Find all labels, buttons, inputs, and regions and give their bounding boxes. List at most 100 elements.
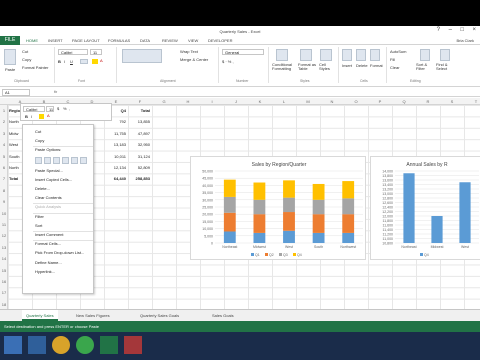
row-header[interactable]: 6 xyxy=(0,165,8,170)
bar[interactable] xyxy=(342,232,355,243)
mini-font-color-icon[interactable]: A xyxy=(47,113,50,118)
font-color-icon[interactable]: A xyxy=(100,58,103,63)
access-icon[interactable] xyxy=(124,336,142,354)
tab-developer[interactable]: DEVELOPER xyxy=(208,38,232,43)
row-header[interactable]: 11 xyxy=(0,222,8,227)
table-cell[interactable]: 13,183 xyxy=(104,142,126,147)
context-menu-item[interactable]: Insert Copied Cells... xyxy=(35,177,72,182)
conditional-formatting-icon[interactable] xyxy=(276,49,288,61)
format-cells-button[interactable]: Format xyxy=(370,63,383,68)
conditional-formatting-button[interactable]: Conditional Formatting xyxy=(272,63,294,71)
explorer-icon[interactable] xyxy=(28,336,46,354)
table-cell[interactable]: 32,950 xyxy=(128,142,150,147)
row-header[interactable]: 8 xyxy=(0,188,8,193)
column-header[interactable]: M xyxy=(296,99,320,104)
bar[interactable] xyxy=(312,214,325,233)
format-as-table-icon[interactable] xyxy=(300,49,312,61)
excel-icon[interactable] xyxy=(100,336,118,354)
context-menu-item[interactable]: Clear Contents xyxy=(35,195,62,200)
row-header[interactable]: 1 xyxy=(0,108,8,113)
bar[interactable] xyxy=(253,199,266,215)
context-menu-item[interactable]: Insert Comment xyxy=(35,232,63,237)
alignment-icons[interactable] xyxy=(122,49,162,63)
chrome-icon[interactable] xyxy=(76,336,94,354)
paste-option-icon[interactable] xyxy=(35,156,42,164)
context-menu-item[interactable]: Define Name... xyxy=(35,260,62,265)
italic-icon[interactable]: I xyxy=(64,59,65,64)
cut-button[interactable]: Cut xyxy=(22,49,28,54)
worksheet-grid[interactable]: ABCDEFGHIJKLMNOPQRST 1 2 3 4 5 6 7 8 9 10 11 12 13 14… xyxy=(0,98,480,309)
copy-button[interactable]: Copy xyxy=(22,57,31,62)
context-menu-item[interactable]: Format Cells... xyxy=(35,241,61,246)
column-header[interactable]: P xyxy=(368,99,392,104)
context-menu-item[interactable]: Filter xyxy=(35,214,44,219)
sort-filter-button[interactable]: Sort & Filter xyxy=(416,63,434,71)
sheet-tab[interactable]: New Sales Figures xyxy=(72,310,114,321)
bar[interactable] xyxy=(342,181,355,199)
row-header[interactable]: 3 xyxy=(0,131,8,136)
column-header[interactable]: N xyxy=(320,99,344,104)
context-menu-item[interactable]: Paste Special... xyxy=(35,168,63,173)
mini-font-select[interactable]: Calibri xyxy=(23,106,45,112)
currency-icon[interactable]: $ · % , xyxy=(222,59,234,64)
bar[interactable] xyxy=(253,182,266,200)
bar[interactable] xyxy=(253,214,266,233)
row-header[interactable]: 5 xyxy=(0,154,8,159)
insert-cells-icon[interactable] xyxy=(342,49,352,61)
sheet-tab[interactable]: Quarterly Sales Goals xyxy=(136,310,183,321)
paste-option-icon[interactable] xyxy=(80,156,87,164)
fill-button[interactable]: Fill xyxy=(390,57,395,62)
delete-cells-icon[interactable] xyxy=(356,49,366,61)
maximize-icon[interactable]: □ xyxy=(460,27,464,33)
paste-options-icons[interactable] xyxy=(35,156,91,164)
tab-view[interactable]: VIEW xyxy=(188,38,198,43)
bar[interactable] xyxy=(342,198,355,215)
table-cell[interactable]: 11,755 xyxy=(104,131,126,136)
table-cell[interactable]: 47,897 xyxy=(128,131,150,136)
column-header[interactable]: Q xyxy=(392,99,416,104)
column-header[interactable]: F xyxy=(128,99,152,104)
row-header[interactable]: 10 xyxy=(0,211,8,216)
table-cell[interactable]: 258,853 xyxy=(128,176,150,181)
paste-button[interactable]: Paste xyxy=(5,67,15,72)
bar[interactable] xyxy=(223,179,236,197)
mini-comma-icon[interactable]: , xyxy=(69,106,70,111)
bar[interactable] xyxy=(283,230,295,243)
tab-home[interactable]: HOME xyxy=(26,38,38,43)
merge-center-button[interactable]: Merge & Center xyxy=(180,57,208,62)
tab-data[interactable]: DATA xyxy=(140,38,150,43)
column-header[interactable]: R xyxy=(416,99,440,104)
context-menu-item[interactable]: Pick From Drop-down List... xyxy=(35,250,84,255)
bar[interactable] xyxy=(283,180,295,198)
table-cell[interactable]: 31,124 xyxy=(128,154,150,159)
bar[interactable] xyxy=(403,173,415,243)
fill-color-icon[interactable] xyxy=(92,59,98,64)
font-size-select[interactable]: 11 xyxy=(90,49,102,55)
table-cell[interactable]: 52,809 xyxy=(128,165,150,170)
file-tab[interactable]: FILE xyxy=(0,36,20,45)
insert-cells-button[interactable]: Insert xyxy=(342,63,352,68)
context-menu-item[interactable]: Quick Analysis xyxy=(35,204,61,209)
name-box[interactable]: A1 xyxy=(2,89,30,96)
table-header-cell[interactable]: Total xyxy=(128,108,150,113)
mini-bold-icon[interactable]: B xyxy=(25,114,28,119)
tab-page-layout[interactable]: PAGE LAYOUT xyxy=(72,38,100,43)
row-header[interactable]: 2 xyxy=(0,119,8,124)
mini-percent-icon[interactable]: % xyxy=(63,106,67,111)
bar[interactable] xyxy=(253,232,266,243)
paste-option-icon[interactable] xyxy=(44,156,51,164)
cell-styles-button[interactable]: Cell Styles xyxy=(319,63,335,71)
row-header[interactable]: 7 xyxy=(0,176,8,181)
bold-icon[interactable]: B xyxy=(58,59,61,64)
mini-fill-icon[interactable] xyxy=(39,114,44,119)
tab-review[interactable]: REVIEW xyxy=(162,38,178,43)
paste-icon[interactable] xyxy=(4,49,16,65)
row-header[interactable]: 15 xyxy=(0,268,8,273)
fx-icon[interactable]: fx xyxy=(54,89,57,94)
context-menu-item[interactable]: Hyperlink... xyxy=(35,269,55,274)
mini-currency-icon[interactable]: $ xyxy=(57,106,59,111)
sort-filter-icon[interactable] xyxy=(420,49,430,61)
bar[interactable] xyxy=(283,212,295,231)
bar[interactable] xyxy=(283,197,295,213)
underline-icon[interactable]: U xyxy=(70,59,73,64)
